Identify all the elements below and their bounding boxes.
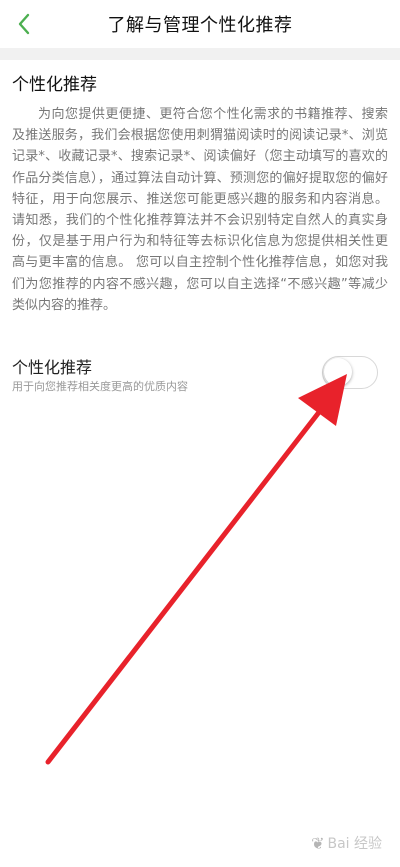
watermark-text: Bai 经验 [327,836,382,852]
toggle-title: 个性化推荐 [12,358,93,377]
toggle-subtitle: 用于向您推荐相关度更高的优质内容 [12,380,188,393]
watermark: ❦ Bai 经验 [311,833,382,853]
top-bar: 了解与管理个性化推荐 [0,0,400,48]
section-title: 个性化推荐 [12,75,97,95]
section-description: 为向您提供更便捷、更符合您个性化需求的书籍推荐、搜索及推送服务，我们会根据您使用… [12,107,388,313]
switch-knob [324,358,352,386]
divider [0,48,400,60]
paw-icon: ❦ [311,833,325,853]
personalized-recommendation-row: 个性化推荐 用于向您推荐相关度更高的优质内容 [0,346,400,406]
personalized-recommendation-switch[interactable] [322,356,378,389]
page-title: 了解与管理个性化推荐 [107,15,293,36]
